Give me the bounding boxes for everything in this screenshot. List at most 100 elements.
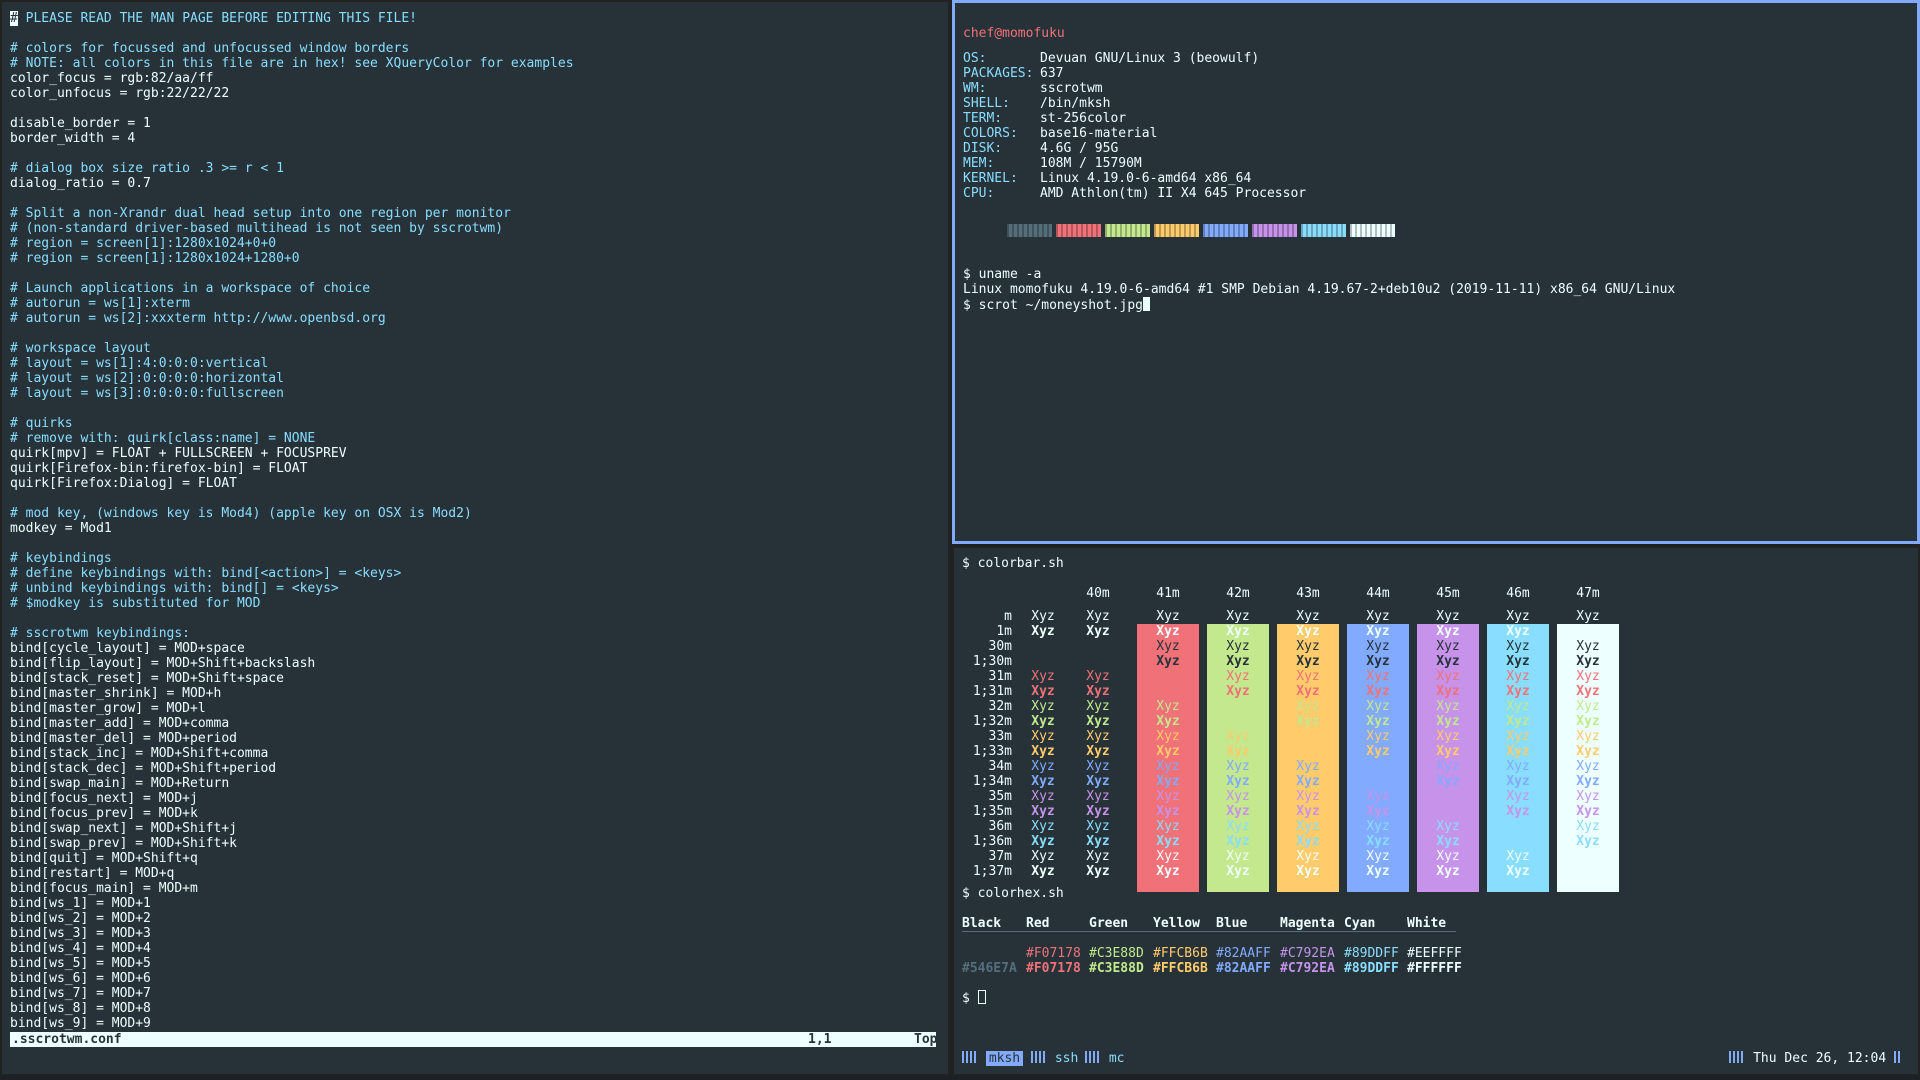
colorbar-row-label: 1;35m [972, 804, 1012, 819]
sysinfo-row: PACKAGES: 637 [963, 66, 1063, 81]
editor-line: # layout = ws[1]:4:0:0:0:vertical [10, 356, 269, 371]
colorbar-cell: Xyz [1296, 654, 1320, 669]
colorbar-cell: Xyz [1086, 789, 1110, 804]
colorbar-cell: Xyz [1031, 669, 1055, 684]
color-swatch [1105, 224, 1150, 237]
colorbar-cell: Xyz [1436, 684, 1460, 699]
colorbar-cell: Xyz [1031, 699, 1055, 714]
colorbar-cell: Xyz [1031, 654, 1055, 669]
colorhex-divider [962, 931, 1456, 932]
editor-pane[interactable]: # PLEASE READ THE MAN PAGE BEFORE EDITIN… [0, 0, 950, 1076]
editor-cursor-char: # [10, 11, 18, 26]
editor-line: modkey = Mod1 [10, 521, 112, 536]
colorbar-cell: Xyz [1436, 624, 1460, 639]
colorhex-value: #89DDFF [1344, 961, 1399, 976]
colorbar-cell: Xyz [1366, 684, 1390, 699]
editor-line: bind[swap_main] = MOD+Return [10, 776, 230, 791]
colorbar-col-header: 42m [1226, 586, 1250, 601]
colorbar-cell: Xyz [1226, 669, 1250, 684]
editor-line: dialog_ratio = 0.7 [10, 176, 151, 191]
command-colorhex: $ colorhex.sh [962, 886, 1064, 901]
colorbar-cell: Xyz [1031, 744, 1055, 759]
colorbar-cell: Xyz [1506, 804, 1530, 819]
tmux-tab-mksh[interactable]: mksh [962, 1051, 1024, 1066]
colorbar-cell: Xyz [1031, 609, 1055, 624]
colorbar-cell: Xyz [1506, 819, 1530, 834]
sysinfo-row: DISK: 4.6G / 95G [963, 141, 1118, 156]
tab-block-icon [962, 1051, 978, 1063]
colorbar-cell: Xyz [1366, 834, 1390, 849]
sysinfo-key: OS: [963, 51, 987, 66]
colorbar-cell: Xyz [1031, 789, 1055, 804]
colorbar-cell: Xyz [1506, 699, 1530, 714]
colorbar-cell: Xyz [1296, 819, 1320, 834]
colorbar-row-label: 30m [988, 639, 1012, 654]
terminal-cursor [977, 990, 986, 1004]
editor-line: color_focus = rgb:82/aa/ff [10, 71, 214, 86]
sysinfo-key: CPU: [963, 186, 995, 201]
terminal-colors-pane[interactable]: $ colorbar.sh 40m 41m 42m 43m 44m 45m 46m 47m m X… [952, 546, 1920, 1076]
colorbar-cell: Xyz [1506, 669, 1530, 684]
colorbar-cell: Xyz [1366, 849, 1390, 864]
colorbar-cell: Xyz [1086, 864, 1110, 879]
colorbar-cell: Xyz [1436, 774, 1460, 789]
colorbar-row-label: 1;30m [972, 654, 1012, 669]
colorbar-row-label: 37m [988, 849, 1012, 864]
sysinfo-value: Linux 4.19.0-6-amd64 x86_64 [1040, 171, 1252, 186]
colorbar-cell: Xyz [1156, 729, 1180, 744]
colorbar-cell: Xyz [1436, 804, 1460, 819]
tab-block-icon [1085, 1051, 1101, 1063]
colorbar-cell: Xyz [1156, 849, 1180, 864]
colorbar-col-header: 44m [1366, 586, 1390, 601]
colorbar-cell: Xyz [1366, 729, 1390, 744]
editor-line: bind[ws_9] = MOD+9 [10, 1016, 151, 1031]
editor-line: quirk[mpv] = FLOAT + FULLSCREEN + FOCUSP… [10, 446, 347, 461]
editor-line: bind[cycle_layout] = MOD+space [10, 641, 245, 656]
colorbar-col-header: 43m [1296, 586, 1320, 601]
colorbar-cell: Xyz [1296, 849, 1320, 864]
sysinfo-row: CPU: AMD Athlon(tm) II X4 645 Processor [963, 186, 1306, 201]
colorbar-cell: Xyz [1031, 804, 1055, 819]
colorbar-cell: Xyz [1086, 714, 1110, 729]
sysinfo-value: AMD Athlon(tm) II X4 645 Processor [1040, 186, 1307, 201]
colorbar-cell: Xyz [1226, 864, 1250, 879]
colorbar-cell: Xyz [1156, 744, 1180, 759]
colorbar-row-label: 1;33m [972, 744, 1012, 759]
editor-line: # layout = ws[2]:0:0:0:0:horizontal [10, 371, 284, 386]
colorhex-value: #C792EA [1280, 961, 1335, 976]
editor-text[interactable]: # PLEASE READ THE MAN PAGE BEFORE EDITIN… [10, 11, 574, 1031]
editor-line: # PLEASE READ THE MAN PAGE BEFORE EDITIN… [10, 11, 574, 26]
colorbar-cell: Xyz [1086, 639, 1110, 654]
shell-prompt[interactable]: $ [962, 990, 986, 1006]
clock-text: Thu Dec 26, 12:04 [1753, 1051, 1887, 1066]
sysinfo-key: MEM: [963, 156, 995, 171]
colorbar-cell: Xyz [1156, 654, 1180, 669]
colorbar-cell: Xyz [1156, 609, 1180, 624]
colorbar-cell: Xyz [1506, 639, 1530, 654]
colorbar-cell: Xyz [1366, 654, 1390, 669]
colorbar-cell: Xyz [1226, 804, 1250, 819]
colorbar-cell: Xyz [1156, 864, 1180, 879]
colorhex-header: Magenta [1280, 916, 1335, 931]
colorbar-cell: Xyz [1506, 834, 1530, 849]
colorbar-cell: Xyz [1576, 864, 1600, 879]
color-swatch [1350, 224, 1395, 237]
editor-line: bind[focus_main] = MOD+m [10, 881, 198, 896]
colorbar-cell: Xyz [1366, 669, 1390, 684]
sysinfo-key: DISK: [963, 141, 1003, 156]
colorbar-cell: Xyz [1226, 699, 1250, 714]
colorbar-cell: Xyz [1086, 729, 1110, 744]
colorbar-cell: Xyz [1156, 834, 1180, 849]
tab-label: mksh [985, 1051, 1024, 1066]
tmux-tab-mc[interactable]: mc [1085, 1051, 1124, 1066]
editor-line: # autorun = ws[2]:xxxterm http://www.ope… [10, 311, 386, 326]
colorbar-cell: Xyz [1156, 699, 1180, 714]
terminal-sysinfo-pane[interactable]: chef@momofuku OS: Devuan GNU/Linux 3 (beo… [952, 0, 1920, 544]
colorbar-col-header: 41m [1156, 586, 1180, 601]
tmux-tab-ssh[interactable]: ssh [1031, 1051, 1078, 1066]
colorhex-header: Red [1026, 916, 1050, 931]
